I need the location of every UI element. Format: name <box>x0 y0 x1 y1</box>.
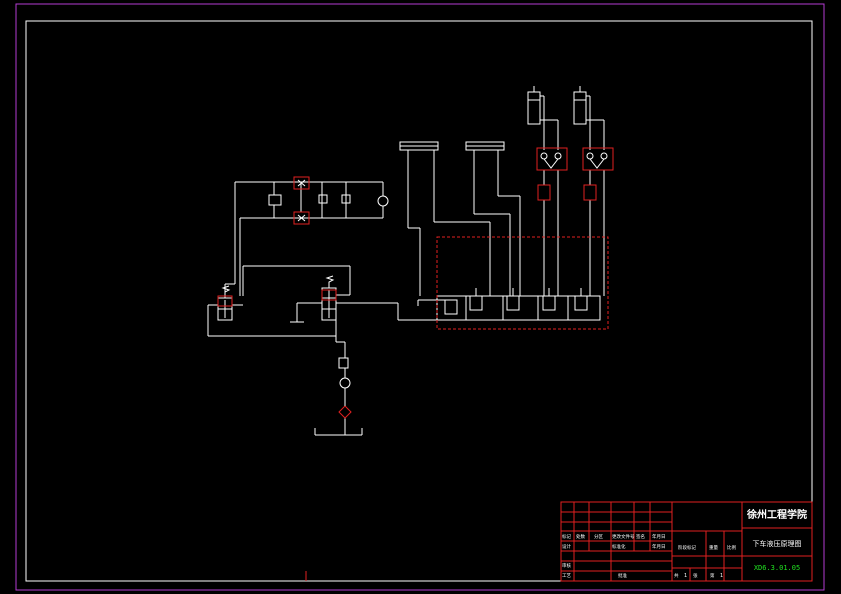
highlighted-components <box>217 147 614 330</box>
valve-block-dashed-outline <box>436 236 609 330</box>
check-valve-symbols <box>297 152 608 222</box>
red-box-5 <box>537 184 551 201</box>
cad-drawing-sheet: 徐州工程学院 下车液压原理图 XD6.3.01.05 标记 处数 分区 更改文件… <box>15 3 825 591</box>
jack-cylinder-2 <box>573 86 605 296</box>
label-count: 处数 <box>576 533 585 540</box>
hydraulic-schematic <box>207 86 605 436</box>
label-change-doc: 更改文件号 <box>612 533 635 540</box>
multi-valve-block <box>397 288 601 321</box>
main-directional-valve <box>242 265 398 323</box>
label-approve: 批准 <box>618 572 627 579</box>
drawing-title: 下车液压原理图 <box>753 539 802 548</box>
label-review: 审核 <box>562 562 571 569</box>
school-name: 徐州工程学院 <box>746 508 807 521</box>
drawing-frame <box>25 20 813 582</box>
jack-cylinder-1 <box>527 86 559 296</box>
label-scale: 比例 <box>727 544 736 551</box>
label-process: 工艺 <box>562 573 571 579</box>
label-mark: 标记 <box>562 533 571 540</box>
outrigger-valve-group <box>207 181 389 337</box>
label-weight: 重量 <box>709 544 718 551</box>
label-design: 设计 <box>562 543 571 550</box>
label-date: 年月日 <box>652 533 666 540</box>
label-sign: 签名 <box>636 533 645 540</box>
sheet-index: 1 <box>720 573 723 579</box>
pump-and-tank <box>314 320 363 436</box>
red-box-6 <box>583 184 597 201</box>
label-date-2: 年月日 <box>652 543 666 550</box>
label-sheet-no: 第 <box>710 572 715 579</box>
label-sheet-unit: 张 <box>693 572 698 579</box>
label-sheets-total: 共 <box>674 572 679 579</box>
label-stage-mark: 阶段标记 <box>678 544 696 551</box>
label-zone: 分区 <box>594 533 603 540</box>
label-standardize: 标准化 <box>612 543 626 550</box>
cylinder-1 <box>399 141 491 296</box>
drawing-number: XD6.3.01.05 <box>754 564 800 572</box>
sheets-count: 1 <box>684 573 687 579</box>
cylinder-2 <box>465 141 521 296</box>
